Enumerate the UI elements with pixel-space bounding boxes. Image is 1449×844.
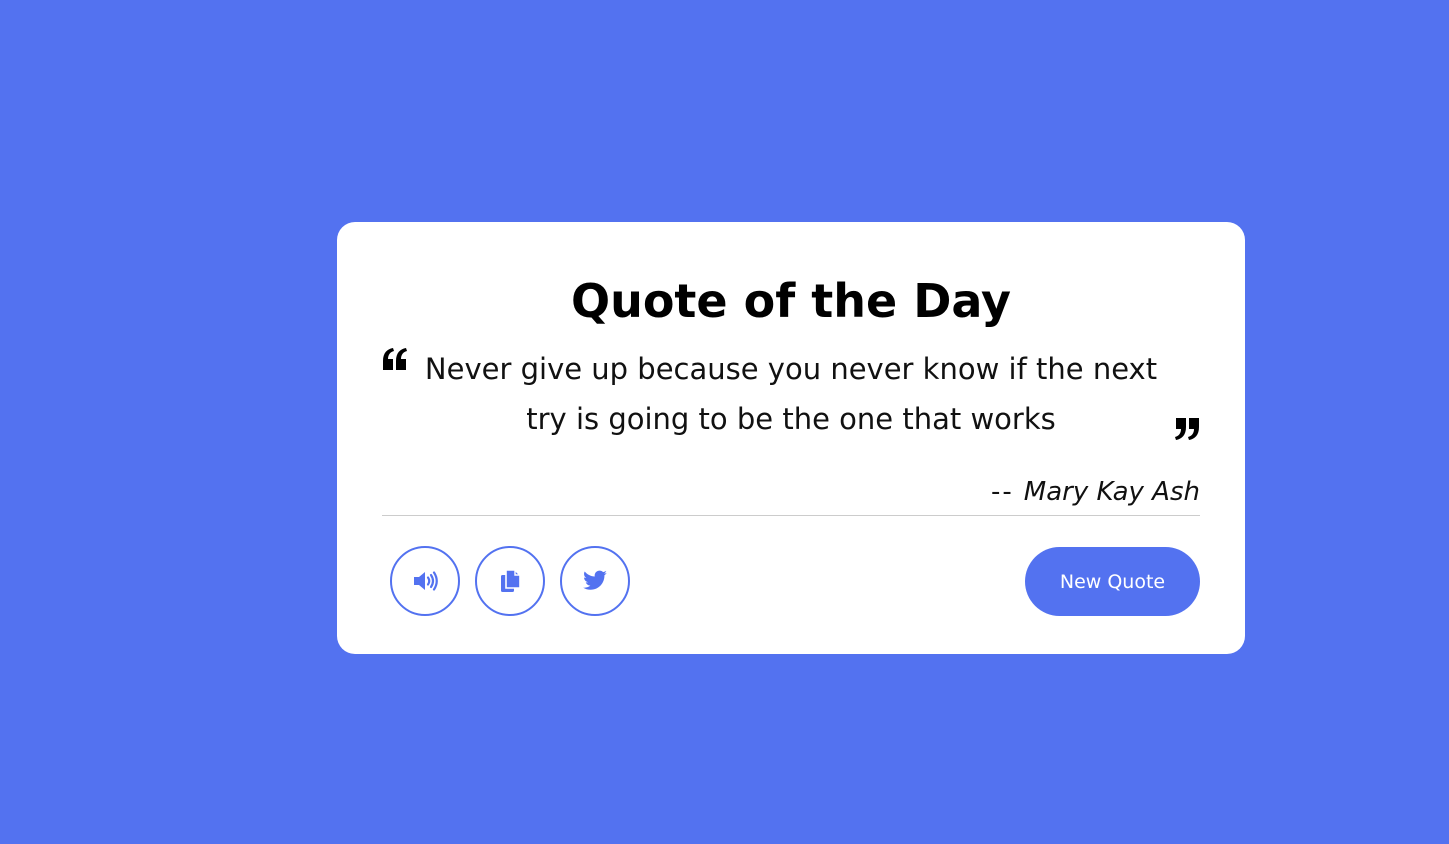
- action-buttons: [390, 546, 630, 617]
- twitter-button[interactable]: [560, 546, 630, 616]
- twitter-icon: [583, 570, 607, 590]
- author-prefix: --: [991, 477, 1014, 507]
- new-quote-button[interactable]: New Quote: [1025, 547, 1200, 616]
- quote-author: -- Mary Kay Ash: [991, 477, 1200, 507]
- quote-left-icon: [383, 348, 407, 370]
- page-title: Quote of the Day: [570, 274, 1012, 328]
- copy-button[interactable]: [475, 546, 545, 616]
- divider: [382, 515, 1200, 516]
- quote-text: Never give up because you never know if …: [424, 352, 1158, 436]
- quote-card: Quote of the Day Never give up because y…: [337, 222, 1245, 654]
- volume-up-icon: [414, 571, 438, 591]
- copy-icon: [501, 569, 521, 592]
- quote-right-icon: [1175, 418, 1199, 440]
- quote-area: Never give up because you never know if …: [382, 344, 1200, 454]
- author-name: Mary Kay Ash: [1023, 477, 1200, 507]
- speak-button[interactable]: [390, 546, 460, 616]
